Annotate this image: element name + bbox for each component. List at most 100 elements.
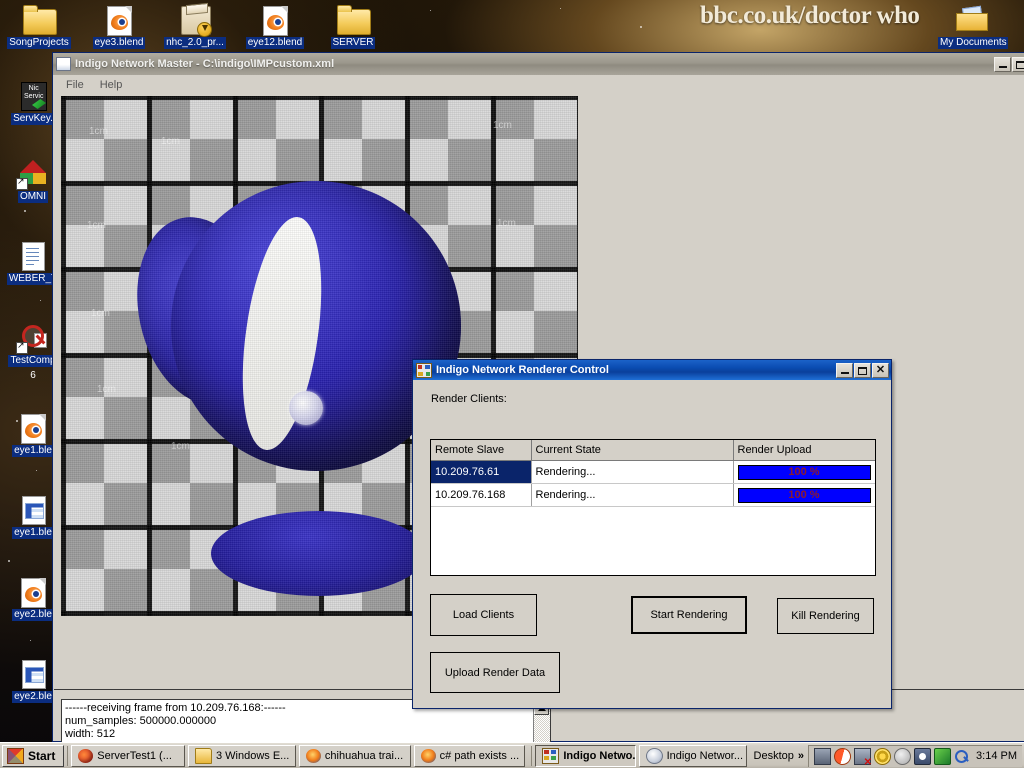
menubar: File Help bbox=[53, 75, 1024, 95]
document-icon bbox=[16, 240, 50, 272]
pill-icon[interactable] bbox=[830, 744, 855, 768]
desktop-icon-label: TestComp bbox=[8, 355, 58, 367]
cell-render-upload: 100 % bbox=[733, 483, 875, 507]
network-disconnected-icon[interactable] bbox=[854, 747, 872, 768]
table-row[interactable]: 10.209.76.61 Rendering... 100 % bbox=[431, 460, 875, 484]
window-title: Indigo Network Master - C:\indigo\IMPcus… bbox=[75, 58, 335, 70]
taskbar-item-csharp-path[interactable]: c# path exists ... bbox=[413, 744, 526, 767]
start-button[interactable]: Start bbox=[2, 744, 65, 767]
windows-flag-icon bbox=[7, 747, 24, 764]
load-clients-button[interactable]: Load Clients bbox=[430, 594, 537, 636]
scale-label: 1cm bbox=[493, 120, 512, 131]
update-icon[interactable] bbox=[934, 747, 952, 765]
shortcut-arrow-icon bbox=[16, 176, 28, 190]
desktop-icon-songprojects[interactable]: SongProjects bbox=[6, 4, 72, 52]
scale-label: 1cm bbox=[97, 384, 116, 395]
cell-current-state: Rendering... bbox=[531, 460, 734, 484]
folder-icon bbox=[22, 4, 57, 36]
taskbar-item-indigo-network-master[interactable]: Indigo Networ... bbox=[638, 744, 747, 767]
firefox-icon bbox=[420, 748, 436, 763]
kill-rendering-button[interactable]: Kill Rendering bbox=[777, 598, 874, 634]
clock-icon[interactable] bbox=[894, 747, 912, 765]
chevron-double-right-icon[interactable]: » bbox=[798, 750, 804, 762]
window-client-area: 1cm 1cm 1cm 1cm 1cm 1cm 1cm 1cm ------re… bbox=[54, 95, 1024, 768]
display-icon[interactable] bbox=[914, 747, 932, 765]
taskbar-item-label: Indigo Networ... bbox=[666, 749, 744, 762]
start-rendering-button[interactable]: Start Rendering bbox=[631, 596, 747, 634]
app-window-icon bbox=[56, 57, 71, 71]
taskbar-item-label: chihuahua trai... bbox=[324, 749, 404, 762]
desktop-background: bbc.co.uk/doctor who SongProjects eye3.b… bbox=[0, 0, 1024, 768]
column-header-render-upload[interactable]: Render Upload bbox=[733, 440, 875, 461]
my-documents-icon bbox=[954, 4, 988, 36]
indigo-icon bbox=[542, 747, 560, 764]
column-header-current-state[interactable]: Current State bbox=[531, 440, 734, 461]
scale-label: 1cm bbox=[497, 218, 516, 229]
dialog-minimize-button[interactable] bbox=[836, 362, 853, 378]
desktop-toolbar[interactable]: Desktop » bbox=[750, 750, 808, 762]
test-comp-icon bbox=[16, 322, 50, 354]
window-titlebar[interactable]: Indigo Network Master - C:\indigo\IMPcus… bbox=[53, 53, 1024, 75]
maximize-button[interactable] bbox=[1012, 56, 1024, 72]
dialog-window-icon bbox=[416, 362, 432, 378]
render-clients-label: Render Clients: bbox=[431, 393, 507, 405]
taskbar-item-windows-explorer[interactable]: 3 Windows E... ▼ bbox=[187, 744, 296, 767]
cell-render-upload: 100 % bbox=[733, 460, 875, 484]
cell-current-state: Rendering... bbox=[531, 483, 734, 507]
render-upload-progressbar: 100 % bbox=[737, 464, 871, 480]
search-icon[interactable] bbox=[954, 749, 969, 764]
column-header-remote-slave[interactable]: Remote Slave bbox=[431, 440, 532, 461]
desktop-icon-my-documents[interactable]: My Documents bbox=[938, 4, 1008, 52]
taskbar-separator bbox=[531, 745, 533, 766]
scale-label: 1cm bbox=[89, 126, 108, 137]
desktop-icon-nhc-archive[interactable]: nhc_2.0_pr... bbox=[162, 4, 228, 52]
dialog-close-button[interactable]: ✕ bbox=[872, 362, 889, 378]
blend-file-icon bbox=[16, 412, 50, 444]
desktop-icon-label: eye12.blend bbox=[245, 37, 305, 49]
desktop-icon-label: My Documents bbox=[938, 37, 1008, 49]
indigo-master-icon bbox=[645, 747, 663, 764]
service-key-icon: Nic Servic bbox=[16, 80, 50, 112]
upload-render-data-button[interactable]: Upload Render Data bbox=[430, 652, 560, 693]
menu-item-help[interactable]: Help bbox=[93, 77, 130, 93]
taskbar-separator bbox=[67, 745, 69, 766]
desktop-icon-eye12-blend[interactable]: eye12.blend bbox=[242, 4, 308, 52]
taskbar-item-label: c# path exists ... bbox=[439, 749, 520, 762]
taskbar-item-chihuahua[interactable]: chihuahua trai... bbox=[298, 744, 411, 767]
scale-label: 1cm bbox=[161, 136, 180, 147]
blend-file-icon bbox=[258, 4, 292, 36]
system-tray: 3:14 PM bbox=[808, 744, 1022, 768]
desktop-toolbar-label: Desktop bbox=[753, 749, 794, 762]
menu-item-file[interactable]: File bbox=[59, 77, 91, 93]
target-icon[interactable] bbox=[874, 747, 892, 765]
servertest-icon bbox=[78, 748, 94, 763]
table-row[interactable]: 10.209.76.168 Rendering... 100 % bbox=[431, 483, 875, 507]
taskbar-item-servertest1[interactable]: ServerTest1 (... bbox=[71, 744, 185, 767]
shortcut-arrow-icon bbox=[16, 340, 28, 354]
start-button-label: Start bbox=[28, 748, 56, 763]
minimize-button[interactable] bbox=[994, 56, 1011, 72]
desktop-icon-server[interactable]: SERVER bbox=[320, 4, 386, 52]
omni-shortcut-icon bbox=[16, 158, 50, 190]
desktop-icon-eye3-blend[interactable]: eye3.blend bbox=[86, 4, 152, 52]
taskbar: Start ServerTest1 (... 3 Windows E... ▼ … bbox=[0, 742, 1024, 768]
desktop-icon-label: eye2.ble bbox=[12, 609, 54, 621]
render-clients-table[interactable]: Remote Slave Current State Render Upload… bbox=[430, 439, 876, 576]
taskbar-item-label: Indigo Netwo... bbox=[563, 749, 636, 762]
taskbar-item-indigo-renderer-control[interactable]: Indigo Netwo... bbox=[535, 744, 636, 767]
folder-icon bbox=[194, 747, 212, 764]
render-upload-progressbar: 100 % bbox=[737, 487, 871, 503]
dialog-titlebar[interactable]: Indigo Network Renderer Control ✕ bbox=[413, 360, 891, 380]
network-renderer-control-dialog: Indigo Network Renderer Control ✕ Render… bbox=[412, 359, 892, 709]
chevron-down-icon[interactable]: ▼ bbox=[295, 751, 296, 760]
network-icon[interactable] bbox=[814, 747, 832, 765]
desktop-icon-label: eye2.ble bbox=[12, 691, 54, 703]
dialog-title: Indigo Network Renderer Control bbox=[436, 364, 609, 376]
tray-clock[interactable]: 3:14 PM bbox=[972, 750, 1017, 762]
blend-file-icon bbox=[16, 576, 50, 608]
desktop-icon-label: SongProjects bbox=[7, 37, 71, 49]
dialog-maximize-button[interactable] bbox=[854, 362, 871, 378]
folder-icon bbox=[336, 4, 371, 36]
excel-file-icon bbox=[16, 494, 50, 526]
desktop-icon-label: ServKey. bbox=[11, 113, 55, 125]
